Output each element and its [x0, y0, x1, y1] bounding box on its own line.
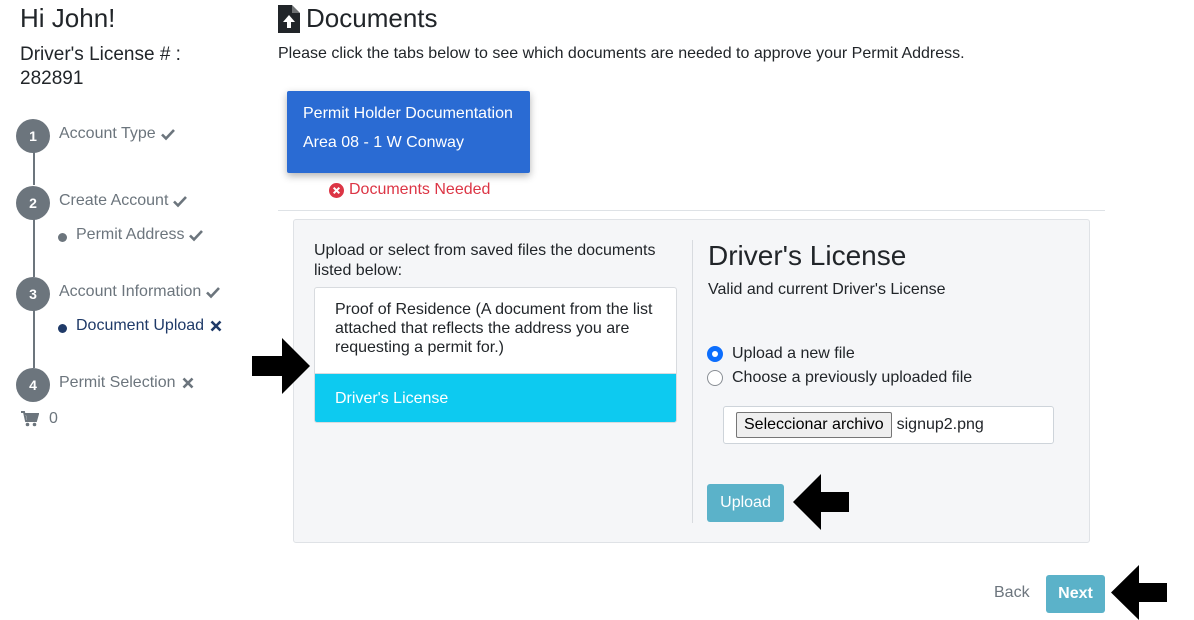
document-item-proof-of-residence[interactable]: Proof of Residence (A document from the … — [315, 288, 676, 374]
document-list: Proof of Residence (A document from the … — [314, 287, 677, 423]
progress-line — [33, 310, 35, 368]
step-label: Permit Selection — [59, 374, 176, 391]
upload-button[interactable]: Upload — [707, 484, 784, 522]
cart-count: 0 — [49, 410, 58, 427]
greeting: Hi John! — [20, 3, 116, 33]
substep-permit-address[interactable]: Permit Address — [76, 226, 204, 244]
radio-button-checked[interactable] — [707, 346, 723, 362]
page-title: Documents — [278, 3, 438, 34]
document-item-drivers-license[interactable]: Driver's License — [315, 374, 676, 422]
step-account-information[interactable]: Account Information — [59, 283, 221, 301]
selected-document-title: Driver's License — [708, 240, 907, 271]
back-link[interactable]: Back — [994, 584, 1030, 602]
progress-line — [33, 219, 35, 277]
intro-text: Please click the tabs below to see which… — [278, 45, 965, 62]
radio-choose-previous[interactable]: Choose a previously uploaded file — [707, 369, 972, 387]
tab-permit-holder-documentation[interactable]: Permit Holder Documentation Area 08 - 1 … — [287, 91, 530, 173]
radio-button[interactable] — [707, 370, 723, 386]
step-account-type[interactable]: Account Type — [59, 125, 176, 143]
file-upload-icon — [278, 4, 300, 33]
substep-dot — [58, 233, 67, 242]
step-permit-selection[interactable]: Permit Selection — [59, 374, 196, 392]
tab-title: Permit Holder Documentation — [303, 105, 513, 122]
check-icon — [160, 129, 175, 141]
x-icon — [210, 320, 222, 332]
license-number: Driver's License # : 282891 — [20, 44, 181, 89]
step-label: Create Account — [59, 192, 169, 209]
choose-file-button[interactable]: Seleccionar archivo — [736, 412, 892, 438]
step-label: Account Information — [59, 283, 202, 300]
documents-needed-status: Documents Needed — [329, 181, 490, 199]
radio-label: Choose a previously uploaded file — [732, 369, 973, 386]
error-circle-icon — [329, 182, 344, 198]
cart[interactable]: 0 — [21, 410, 58, 428]
upload-panel: Upload or select from saved files the do… — [293, 219, 1090, 543]
arrow-right-icon — [252, 338, 310, 394]
check-icon — [189, 230, 204, 242]
check-icon — [173, 196, 188, 208]
shopping-cart-icon — [21, 411, 39, 427]
arrow-left-icon — [1111, 565, 1167, 620]
progress-line — [33, 152, 35, 185]
arrow-left-icon — [793, 474, 849, 530]
radio-label: Upload a new file — [732, 345, 855, 362]
file-input[interactable]: Seleccionar archivo signup2.png — [723, 406, 1054, 444]
substep-dot — [58, 324, 67, 333]
check-icon — [206, 287, 221, 299]
radio-upload-new[interactable]: Upload a new file — [707, 345, 855, 363]
step-create-account[interactable]: Create Account — [59, 192, 188, 210]
step-number-3: 3 — [16, 277, 50, 311]
step-number-1: 1 — [16, 119, 50, 153]
substep-label: Permit Address — [76, 226, 185, 243]
panel-divider — [692, 240, 693, 523]
page-title-text: Documents — [306, 3, 438, 33]
upload-instructions: Upload or select from saved files the do… — [314, 242, 656, 279]
divider — [278, 210, 1105, 211]
substep-document-upload[interactable]: Document Upload — [76, 317, 224, 335]
documents-needed-text: Documents Needed — [349, 181, 491, 198]
x-icon — [182, 377, 193, 389]
step-label: Account Type — [59, 125, 156, 142]
substep-label: Document Upload — [76, 317, 205, 334]
step-number-4: 4 — [16, 368, 50, 402]
file-name: signup2.png — [896, 416, 984, 433]
next-button[interactable]: Next — [1046, 575, 1105, 613]
step-number-2: 2 — [16, 186, 50, 220]
tab-subtitle: Area 08 - 1 W Conway — [303, 134, 464, 151]
selected-document-description: Valid and current Driver's License — [708, 281, 946, 298]
